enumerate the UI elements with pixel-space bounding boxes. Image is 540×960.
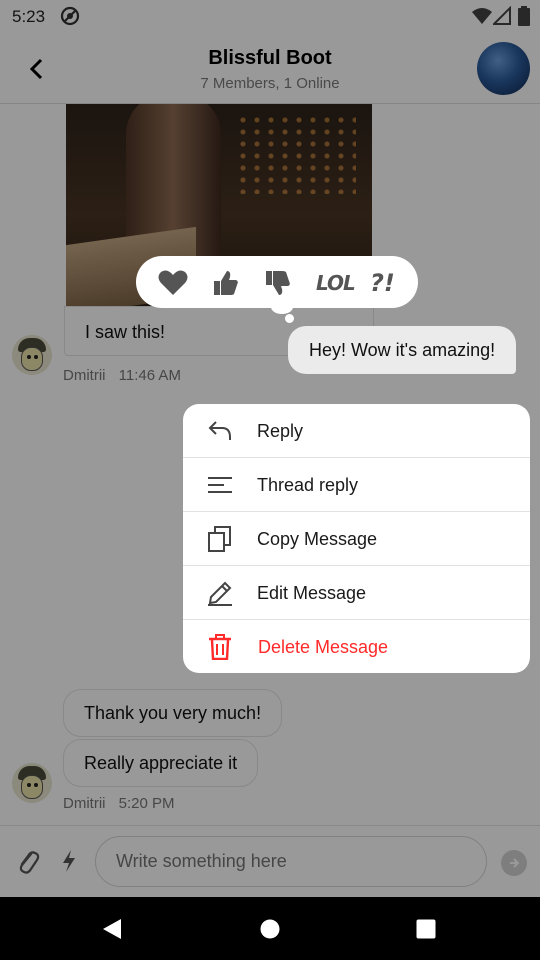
menu-item-delete-message[interactable]: Delete Message <box>183 620 530 673</box>
menu-label: Copy Message <box>257 529 378 549</box>
reaction-tail <box>271 300 293 314</box>
menu-label: Reply <box>257 421 304 441</box>
selected-message-bubble: Hey! Wow it's amazing! <box>288 326 517 374</box>
thread-lines-icon <box>208 477 232 493</box>
lol-icon[interactable]: LOL <box>316 269 356 297</box>
heart-icon[interactable] <box>157 269 189 297</box>
menu-label: Edit Message <box>257 583 367 603</box>
home-circle-icon[interactable] <box>260 919 280 944</box>
system-navigation-bar <box>0 897 540 960</box>
message-actions-menu: Reply Thread reply Copy Message Edit Mes… <box>183 404 530 673</box>
reaction-tail <box>285 314 294 323</box>
menu-item-copy-message[interactable]: Copy Message <box>183 512 530 566</box>
menu-label: Delete Message <box>258 637 389 657</box>
thumbs-down-icon[interactable] <box>262 269 294 297</box>
trash-icon <box>209 634 231 660</box>
copy-icon <box>208 526 231 552</box>
menu-item-thread-reply[interactable]: Thread reply <box>183 458 530 512</box>
menu-item-edit-message[interactable]: Edit Message <box>183 566 530 620</box>
recents-square-icon[interactable] <box>416 919 436 944</box>
menu-label: Thread reply <box>257 475 359 495</box>
reply-arrow-icon <box>208 421 231 440</box>
pencil-icon <box>208 581 232 606</box>
menu-item-reply[interactable]: Reply <box>183 404 530 458</box>
back-triangle-icon[interactable] <box>101 918 123 945</box>
wut-icon[interactable]: ?! <box>370 269 404 297</box>
thumbs-up-icon[interactable] <box>210 269 242 297</box>
